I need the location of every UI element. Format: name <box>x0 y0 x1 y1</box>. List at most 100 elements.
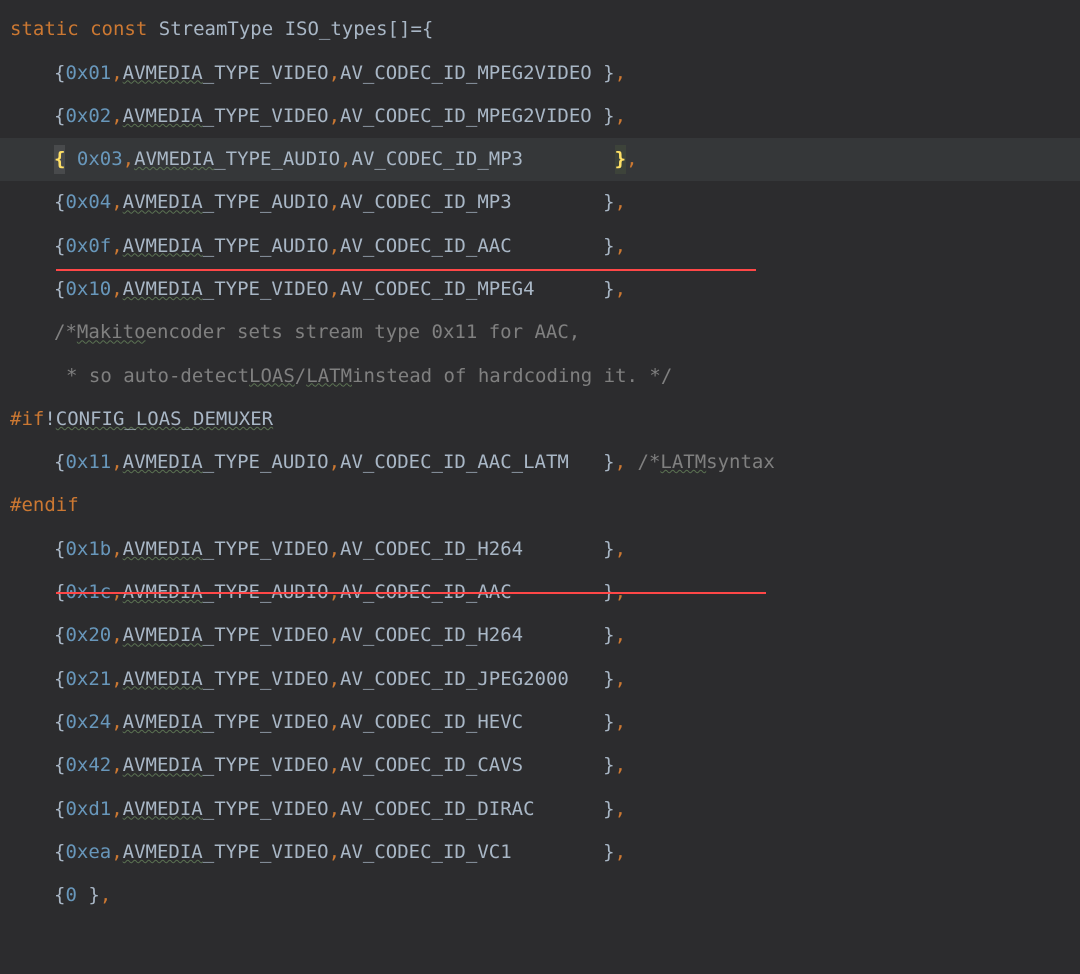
hex-value: 0x20 <box>65 621 111 650</box>
entry-close: } <box>603 751 614 780</box>
entry-close: } <box>603 795 614 824</box>
codec-id: AV_CODEC_ID_MP3 <box>340 188 512 217</box>
entry-close: } <box>603 535 614 564</box>
media-type: AVMEDIA <box>123 708 203 737</box>
preproc-if: #if <box>10 405 44 434</box>
open-brace: { <box>422 15 433 44</box>
entry-close: } <box>603 838 614 867</box>
comment-word: LOAS <box>249 362 295 391</box>
code-line: { 0x11 , AVMEDIA_TYPE_AUDIO , AV_CODEC_I… <box>10 441 1070 484</box>
entry-close: } <box>603 102 614 131</box>
comment-word: LATM <box>306 362 352 391</box>
code-line: { 0xea , AVMEDIA_TYPE_VIDEO , AV_CODEC_I… <box>10 831 1070 874</box>
entry-close: } <box>603 275 614 304</box>
code-line: { 0x0f , AVMEDIA_TYPE_AUDIO , AV_CODEC_I… <box>10 224 1070 267</box>
entry-open: { <box>54 881 65 910</box>
codec-id: AV_CODEC_ID_AAC_LATM <box>340 448 569 477</box>
array-suffix: [] <box>388 15 411 44</box>
codec-id: AV_CODEC_ID_MPEG4 <box>340 275 534 304</box>
hex-value: 0x11 <box>65 448 111 477</box>
entry-open: { <box>54 59 65 88</box>
media-type: AVMEDIA <box>123 838 203 867</box>
comment: /* <box>54 318 77 347</box>
preprocessor-line: #if ! CONFIG_LOAS_DEMUXER <box>10 398 1070 441</box>
media-type: AVMEDIA <box>123 795 203 824</box>
hex-value: 0x42 <box>65 751 111 780</box>
hex-value: 0xd1 <box>65 795 111 824</box>
code-line: { 0x1b , AVMEDIA_TYPE_VIDEO , AV_CODEC_I… <box>10 528 1070 571</box>
codec-id: AV_CODEC_ID_CAVS <box>340 751 523 780</box>
comment: * so auto-detect <box>66 362 249 391</box>
entry-close: } <box>603 708 614 737</box>
hex-value: 0x10 <box>65 275 111 304</box>
annotation-underline-2 <box>56 592 766 594</box>
entry-close: } <box>603 665 614 694</box>
media-type: AVMEDIA <box>123 59 203 88</box>
code-line: { 0xd1 , AVMEDIA_TYPE_VIDEO , AV_CODEC_I… <box>10 787 1070 830</box>
hex-value: 0x01 <box>65 59 111 88</box>
entry-open: { <box>54 838 65 867</box>
code-line: { 0x24 , AVMEDIA_TYPE_VIDEO , AV_CODEC_I… <box>10 701 1070 744</box>
codec-id: AV_CODEC_ID_H264 <box>340 621 523 650</box>
inline-comment: /* <box>638 448 661 477</box>
code-line: { 0x21 , AVMEDIA_TYPE_VIDEO , AV_CODEC_I… <box>10 657 1070 700</box>
hex-value: 0x0f <box>65 232 111 261</box>
codec-id: AV_CODEC_ID_VC1 <box>340 838 512 867</box>
code-editor-area[interactable]: static const StreamType ISO_types [] = {… <box>10 8 1070 917</box>
media-type: AVMEDIA <box>123 621 203 650</box>
code-line: { 0 } , <box>10 874 1070 917</box>
media-type: AVMEDIA <box>123 665 203 694</box>
entry-open: { <box>54 751 65 780</box>
type-name: StreamType <box>159 15 273 44</box>
hex-value: 0x02 <box>65 102 111 131</box>
zero-value: 0 <box>65 881 76 910</box>
entry-close: } <box>603 448 614 477</box>
entry-open: { <box>54 102 65 131</box>
media-type: AVMEDIA <box>123 188 203 217</box>
code-line: { 0x10 , AVMEDIA_TYPE_VIDEO , AV_CODEC_I… <box>10 268 1070 311</box>
keyword-const: const <box>90 15 147 44</box>
codec-id: AV_CODEC_ID_HEVC <box>340 708 523 737</box>
hex-value: 0x21 <box>65 665 111 694</box>
entry-open: { <box>54 448 65 477</box>
media-type: AVMEDIA <box>134 145 214 174</box>
code-line: { 0x01 , AVMEDIA_TYPE_VIDEO , AV_CODEC_I… <box>10 51 1070 94</box>
entry-open: { <box>54 535 65 564</box>
entry-close: } <box>88 881 99 910</box>
entry-close: } <box>603 232 614 261</box>
codec-id: AV_CODEC_ID_MPEG2VIDEO <box>340 59 592 88</box>
entry-open: { <box>54 188 65 217</box>
entry-close: } <box>603 621 614 650</box>
media-type: AVMEDIA <box>123 275 203 304</box>
hex-value: 0xea <box>65 838 111 867</box>
codec-id: AV_CODEC_ID_MP3 <box>352 145 524 174</box>
codec-id: AV_CODEC_ID_AAC <box>340 232 512 261</box>
preproc-bang: ! <box>44 405 55 434</box>
hex-value: 0x04 <box>65 188 111 217</box>
variable-name: ISO_types <box>285 15 388 44</box>
code-line: static const StreamType ISO_types [] = { <box>10 8 1070 51</box>
annotation-underline-1 <box>56 269 756 271</box>
media-type: AVMEDIA <box>123 535 203 564</box>
code-line: { 0x20 , AVMEDIA_TYPE_VIDEO , AV_CODEC_I… <box>10 614 1070 657</box>
code-line: { 0x42 , AVMEDIA_TYPE_VIDEO , AV_CODEC_I… <box>10 744 1070 787</box>
code-line-active: { 0x03 , AVMEDIA_TYPE_AUDIO , AV_CODEC_I… <box>10 138 1070 181</box>
entry-open: { <box>54 795 65 824</box>
entry-open-matched: { <box>54 145 65 174</box>
code-line: { 0x02 , AVMEDIA_TYPE_VIDEO , AV_CODEC_I… <box>10 95 1070 138</box>
comment-line: /* Makito encoder sets stream type 0x11 … <box>10 311 1070 354</box>
preproc-condition: CONFIG_LOAS_DEMUXER <box>56 405 273 434</box>
entry-open: { <box>54 232 65 261</box>
comment-word: Makito <box>77 318 146 347</box>
media-type: AVMEDIA <box>123 751 203 780</box>
preproc-endif: #endif <box>10 491 79 520</box>
preprocessor-line: #endif <box>10 484 1070 527</box>
comment-line: * so auto-detect LOAS / LATM instead of … <box>10 354 1070 397</box>
entry-close-matched: } <box>615 145 626 174</box>
entry-close: } <box>603 188 614 217</box>
keyword-static: static <box>10 15 79 44</box>
codec-id: AV_CODEC_ID_H264 <box>340 535 523 564</box>
entry-close: } <box>603 59 614 88</box>
media-type: AVMEDIA <box>123 102 203 131</box>
codec-id: AV_CODEC_ID_JPEG2000 <box>340 665 569 694</box>
